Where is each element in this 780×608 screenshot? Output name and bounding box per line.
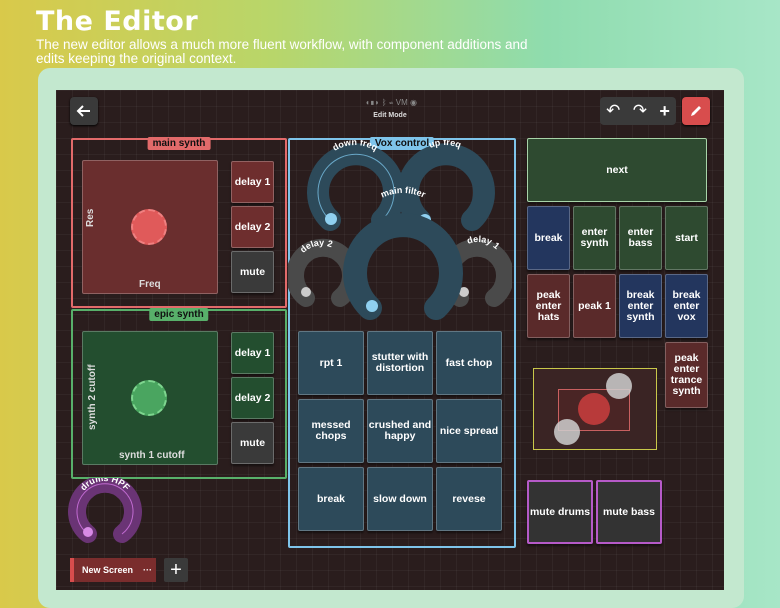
next-button[interactable]: next — [527, 138, 707, 202]
plus-icon: + — [659, 100, 670, 121]
knob-drums-hpf[interactable]: drums HPF — [68, 478, 142, 544]
xy-handle[interactable] — [131, 380, 167, 416]
epic-synth-mute-button[interactable]: mute — [231, 422, 274, 464]
main-synth-delay2-button[interactable]: delay 2 — [231, 206, 274, 248]
main-synth-delay1-button[interactable]: delay 1 — [231, 161, 274, 203]
xy-handle[interactable] — [578, 393, 610, 425]
xy-handle-secondary[interactable] — [606, 373, 632, 399]
vox-pad[interactable]: fast chop — [436, 331, 502, 395]
vm-icon: VM — [395, 98, 408, 107]
vox-pad[interactable]: revese — [436, 467, 502, 531]
back-button[interactable] — [70, 97, 98, 125]
vox-pad[interactable]: slow down — [367, 467, 433, 531]
pencil-icon — [691, 106, 701, 116]
vox-pad[interactable]: nice spread — [436, 399, 502, 463]
xy-y-label: synth 2 cutoff — [87, 364, 98, 430]
scene-start-button[interactable]: start — [665, 206, 708, 270]
vox-pad[interactable]: crushed and happy — [367, 399, 433, 463]
edit-mode-label: Edit Mode — [373, 112, 407, 119]
knob-up-freq[interactable]: up freq — [397, 140, 495, 231]
xy-handle[interactable] — [131, 209, 167, 245]
knob-delay-2[interactable]: delay 2 — [288, 237, 360, 307]
bluetooth-icon: ᛒ — [381, 98, 387, 107]
scene-peak-1-button[interactable]: peak 1 — [573, 274, 616, 338]
epic-synth-delay1-button[interactable]: delay 1 — [231, 332, 274, 374]
knob-indicator — [325, 213, 337, 225]
xy-x-label: Freq — [139, 279, 161, 290]
screen-tab-new-screen[interactable]: New Screen ··· — [70, 558, 156, 582]
hero-title: The Editor — [36, 6, 199, 37]
add-component-button[interactable]: + — [659, 101, 670, 122]
xy-handle-secondary[interactable] — [554, 419, 580, 445]
status-icons: ◖▮◗ ᛒ ⇌ VM ◉ — [356, 98, 426, 107]
knob-down-freq[interactable]: down freq — [307, 140, 405, 231]
scene-peak-enter-trance-synth-button[interactable]: peak enter trance synth — [665, 342, 708, 408]
knob-indicator — [301, 287, 311, 297]
xy-x-label: synth 1 cutoff — [119, 450, 185, 461]
redo-icon: ↷ — [632, 101, 647, 120]
scene-enter-synth-button[interactable]: enter synth — [573, 206, 616, 270]
scene-break-button[interactable]: break — [527, 206, 570, 270]
scene-enter-bass-button[interactable]: enter bass — [619, 206, 662, 270]
hero-subtitle: The new editor allows a much more fluent… — [36, 37, 528, 66]
usb-icon: ⇌ — [388, 98, 394, 107]
add-screen-button[interactable]: + — [164, 558, 188, 582]
undo-icon: ↶ — [606, 101, 621, 120]
group-label: epic synth — [149, 308, 209, 321]
knob-indicator — [366, 300, 378, 312]
vox-pad[interactable]: messed chops — [298, 399, 364, 463]
settings-icon: ◉ — [410, 98, 417, 107]
xy-y-label: Res — [85, 208, 96, 227]
redo-button[interactable]: ↷ — [633, 101, 647, 121]
history-toolbar: ↶ ↷ + — [600, 97, 676, 125]
mute-bass-button[interactable]: mute bass — [596, 480, 662, 544]
vox-pad[interactable]: rpt 1 — [298, 331, 364, 395]
xy-pad-main-synth[interactable]: Res Freq — [82, 160, 218, 294]
vox-knobs: down freq up freq delay 2 delay 1 main f… — [288, 140, 512, 320]
xy-pad-multi[interactable] — [533, 368, 657, 450]
xy-pad-epic-synth[interactable]: synth 2 cutoff synth 1 cutoff — [82, 331, 218, 465]
vox-pad[interactable]: stutter with distortion — [367, 331, 433, 395]
scene-break-enter-synth-button[interactable]: break enter synth — [619, 274, 662, 338]
mute-drums-button[interactable]: mute drums — [527, 480, 593, 544]
arrow-left-icon — [76, 105, 90, 117]
knob-indicator — [83, 527, 93, 537]
edit-toggle-button[interactable] — [682, 97, 710, 125]
vox-pad[interactable]: break — [298, 467, 364, 531]
group-label: main synth — [147, 137, 211, 150]
scene-peak-enter-hats-button[interactable]: peak enter hats — [527, 274, 570, 338]
more-options-icon[interactable]: ··· — [143, 565, 152, 575]
undo-button[interactable]: ↶ — [606, 101, 620, 121]
scene-break-enter-vox-button[interactable]: break enter vox — [665, 274, 708, 338]
epic-synth-delay2-button[interactable]: delay 2 — [231, 377, 274, 419]
audio-icon: ◖▮◗ — [364, 98, 380, 107]
main-synth-mute-button[interactable]: mute — [231, 251, 274, 293]
screen-tab-label: New Screen — [82, 565, 134, 575]
